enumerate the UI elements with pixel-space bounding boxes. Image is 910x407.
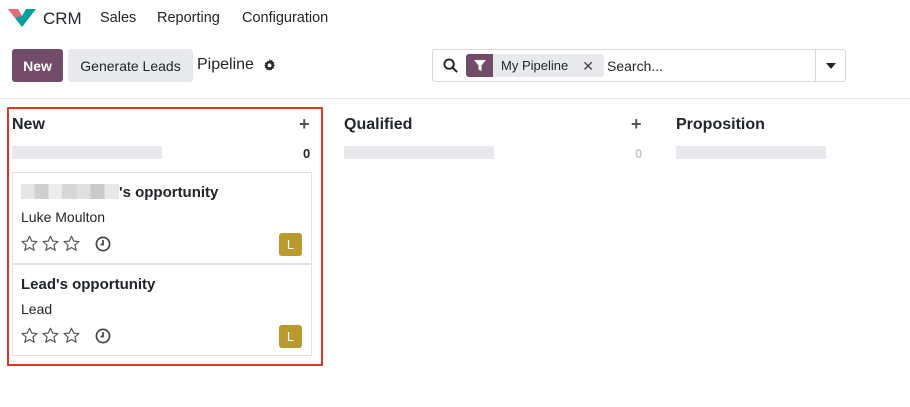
search-options-toggle[interactable] (815, 50, 845, 81)
clock-icon[interactable] (95, 236, 111, 252)
divider (0, 98, 910, 99)
column-progress-bar[interactable] (344, 146, 494, 159)
breadcrumb: Pipeline (197, 56, 254, 73)
card-contact: Luke Moulton (21, 209, 106, 225)
nav-configuration[interactable]: Configuration (242, 10, 328, 26)
crm-logo-icon[interactable] (8, 9, 36, 27)
card-title: Lead's opportunity (21, 276, 156, 293)
redacted-name (21, 184, 119, 199)
column-title: Proposition (676, 116, 765, 133)
top-navbar: CRM Sales Reporting Configuration (0, 0, 910, 36)
star-icon[interactable] (42, 235, 59, 252)
star-icon[interactable] (63, 235, 80, 252)
search-input[interactable] (607, 56, 807, 76)
priority-stars (21, 235, 80, 252)
avatar[interactable]: L (279, 233, 302, 256)
search-bar[interactable]: My Pipeline ✕ (432, 49, 846, 82)
kanban-card[interactable]: Lead's opportunity Lead L (12, 264, 312, 356)
star-icon[interactable] (21, 327, 38, 344)
facet-label: My Pipeline (501, 58, 569, 73)
close-icon[interactable]: ✕ (582, 58, 594, 75)
add-card-button[interactable]: + (631, 114, 642, 135)
column-progress-bar[interactable] (676, 146, 826, 159)
column-count: 0 (635, 146, 643, 161)
generate-leads-button[interactable]: Generate Leads (68, 49, 193, 82)
app-name[interactable]: CRM (43, 9, 82, 29)
card-contact: Lead (21, 301, 53, 317)
card-title: 's opportunity (21, 184, 218, 201)
column-title: Qualified (344, 116, 413, 133)
nav-sales[interactable]: Sales (100, 10, 136, 26)
avatar[interactable]: L (279, 325, 302, 348)
star-icon[interactable] (63, 327, 80, 344)
caret-down-icon (825, 62, 836, 69)
filter-icon (466, 54, 493, 77)
star-icon[interactable] (42, 327, 59, 344)
kanban-card[interactable]: 's opportunity Luke Moulton L (12, 172, 312, 264)
new-button[interactable]: New (12, 49, 63, 82)
control-panel: New Generate Leads Pipeline My Pipeline … (0, 36, 910, 98)
search-icon[interactable] (443, 58, 458, 73)
star-icon[interactable] (21, 235, 38, 252)
priority-stars (21, 327, 80, 344)
gear-icon[interactable] (263, 59, 276, 72)
nav-reporting[interactable]: Reporting (157, 10, 220, 26)
clock-icon[interactable] (95, 328, 111, 344)
search-facet: My Pipeline ✕ (466, 54, 604, 77)
